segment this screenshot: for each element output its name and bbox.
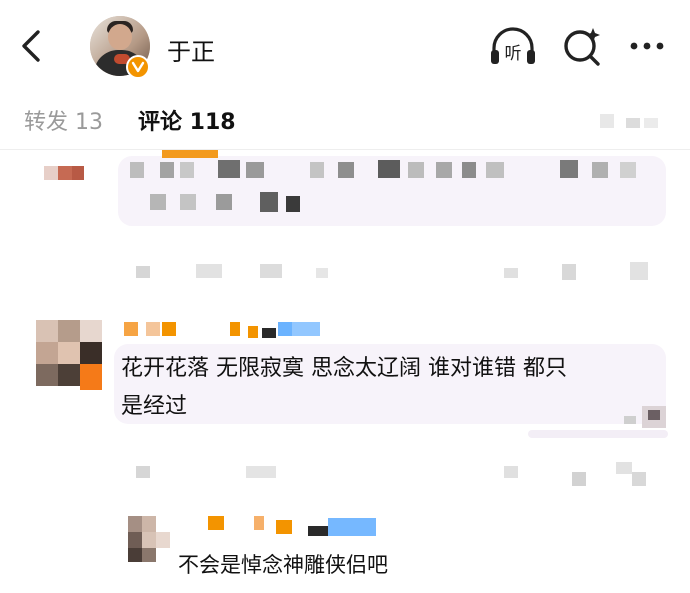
- comment-item[interactable]: 花开花落 无限寂寞 思念太辽阔 谁对谁错 都只 是经过: [0, 312, 690, 502]
- listen-icon-glyph: 听: [505, 44, 522, 64]
- comment-item[interactable]: [0, 150, 690, 310]
- tab-like-pixelated[interactable]: [600, 114, 660, 130]
- tab-bar: 转发 13 评论 118: [0, 96, 690, 146]
- verified-badge-icon: [126, 55, 150, 79]
- tab-repost[interactable]: 转发 13: [24, 104, 103, 136]
- commenter-name-pixelated[interactable]: [120, 318, 320, 342]
- more-icon[interactable]: [622, 24, 672, 68]
- search-icon[interactable]: [558, 24, 608, 68]
- top-bar: 于正 听: [0, 0, 690, 88]
- comment-meta-pixelated: [136, 462, 676, 490]
- commenter-avatar-pixelated[interactable]: [44, 160, 84, 184]
- comment-text-line2: 是经过: [121, 394, 188, 419]
- tab-comment[interactable]: 评论 118: [138, 104, 236, 136]
- reply-text: 不会是悼念神雕侠侣吧: [178, 553, 388, 577]
- quote-strip: [528, 430, 668, 438]
- reply-item[interactable]: 不会是悼念神雕侠侣吧: [0, 506, 690, 593]
- back-icon[interactable]: [14, 26, 50, 66]
- comment-text-line1: 花开花落 无限寂寞 思念太辽阔 谁对谁错 都只: [121, 356, 567, 381]
- reply-name-pixelated[interactable]: [200, 516, 390, 540]
- weibo-comments-page: 于正 听 转发 13 评论 118 花开花落 无限寂寞 思念太辽阔 谁对谁错 都…: [0, 0, 690, 593]
- comment-text-pixelated: [120, 150, 670, 230]
- page-title[interactable]: 于正: [167, 32, 215, 67]
- reply-avatar-pixelated[interactable]: [128, 516, 170, 562]
- comment-meta-pixelated: [136, 262, 676, 286]
- commenter-avatar-pixelated[interactable]: [36, 320, 102, 394]
- listen-icon[interactable]: 听: [488, 24, 538, 68]
